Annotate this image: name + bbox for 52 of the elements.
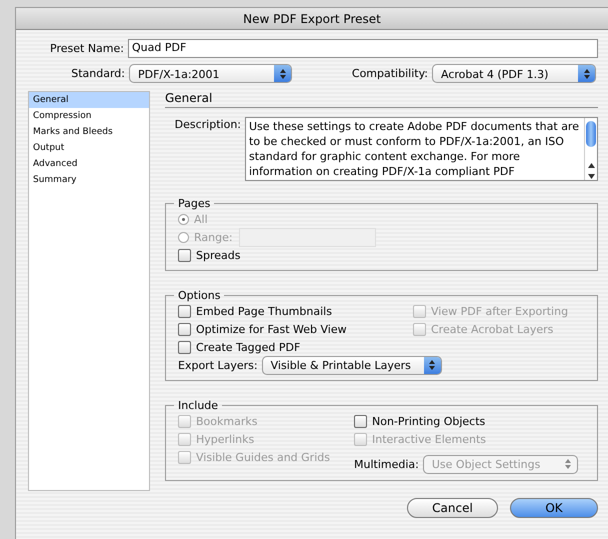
- description-line: to be checked or must conform to PDF/X-1a:2001, an ISO: [249, 134, 565, 149]
- sidebar-item[interactable]: Compression: [29, 108, 149, 124]
- checkbox-label: Create Acrobat Layers: [431, 322, 554, 336]
- checkbox-label: Interactive Elements: [372, 432, 486, 446]
- checkbox-label: Spreads: [196, 248, 240, 262]
- checkbox[interactable]: [178, 322, 191, 336]
- dropdown-arrows-icon: [280, 68, 286, 78]
- scrollbar[interactable]: [584, 118, 597, 180]
- scroll-arrows-icon[interactable]: [588, 162, 594, 180]
- checkbox-label: Create Tagged PDF: [196, 340, 300, 354]
- sidebar-item[interactable]: Advanced: [29, 156, 149, 172]
- checkbox-label: Visible Guides and Grids: [196, 450, 330, 464]
- cancel-button[interactable]: Cancel: [407, 498, 498, 518]
- radio-label: All: [194, 212, 208, 226]
- checkbox-label: Embed Page Thumbnails: [196, 304, 332, 318]
- description-line: information on creating PDF/X-1a compliant PDF: [249, 164, 516, 179]
- group-title: Options: [177, 289, 222, 302]
- standard-dropdown[interactable]: PDF/X-1a:2001: [129, 64, 292, 83]
- export-layers-dropdown[interactable]: Visible & Printable Layers: [262, 356, 442, 374]
- checkbox-label: Hyperlinks: [196, 432, 254, 446]
- dropdown-arrows-icon: [565, 459, 572, 469]
- description-field[interactable]: [245, 117, 598, 181]
- group-title: Include: [177, 399, 220, 412]
- field-label: Multimedia:: [354, 458, 419, 470]
- description-line: standard for graphic content exchange. For more: [249, 149, 521, 164]
- sidebar-item[interactable]: Output: [29, 140, 149, 156]
- description-label: Description:: [174, 117, 242, 133]
- checkbox[interactable]: [178, 248, 191, 262]
- field-label: Preset Name:: [49, 42, 125, 55]
- group-title: Pages: [177, 197, 212, 210]
- preset-name-field[interactable]: Quad PDF: [128, 39, 598, 58]
- checkbox-label: Optimize for Fast Web View: [196, 322, 347, 336]
- ok-button[interactable]: OK: [510, 498, 598, 518]
- checkbox[interactable]: [178, 304, 191, 318]
- dropdown-arrows-icon: [584, 68, 590, 78]
- checkbox-label: View PDF after Exporting: [431, 304, 568, 318]
- sidebar-item[interactable]: General: [29, 92, 149, 108]
- checkbox[interactable]: [354, 414, 367, 428]
- radio-label: Range:: [194, 230, 233, 244]
- section-title: General: [165, 91, 598, 108]
- window-title: New PDF Export Preset: [243, 12, 381, 26]
- dropdown-arrows-icon: [429, 360, 436, 370]
- sidebar-item[interactable]: Summary: [29, 172, 149, 188]
- sidebar-item[interactable]: Marks and Bleeds: [29, 124, 149, 140]
- field-label: Standard:: [70, 67, 126, 80]
- field-label: Compatibility:: [350, 67, 429, 80]
- field-label: Export Layers:: [178, 358, 258, 372]
- description-line: Use these settings to create Adobe PDF documents that are: [249, 119, 580, 134]
- checkbox[interactable]: [178, 340, 191, 354]
- checkbox-label: Bookmarks: [196, 414, 258, 428]
- checkbox-label: Non-Printing Objects: [372, 414, 486, 428]
- compatibility-dropdown[interactable]: Acrobat 4 (PDF 1.3): [432, 64, 596, 83]
